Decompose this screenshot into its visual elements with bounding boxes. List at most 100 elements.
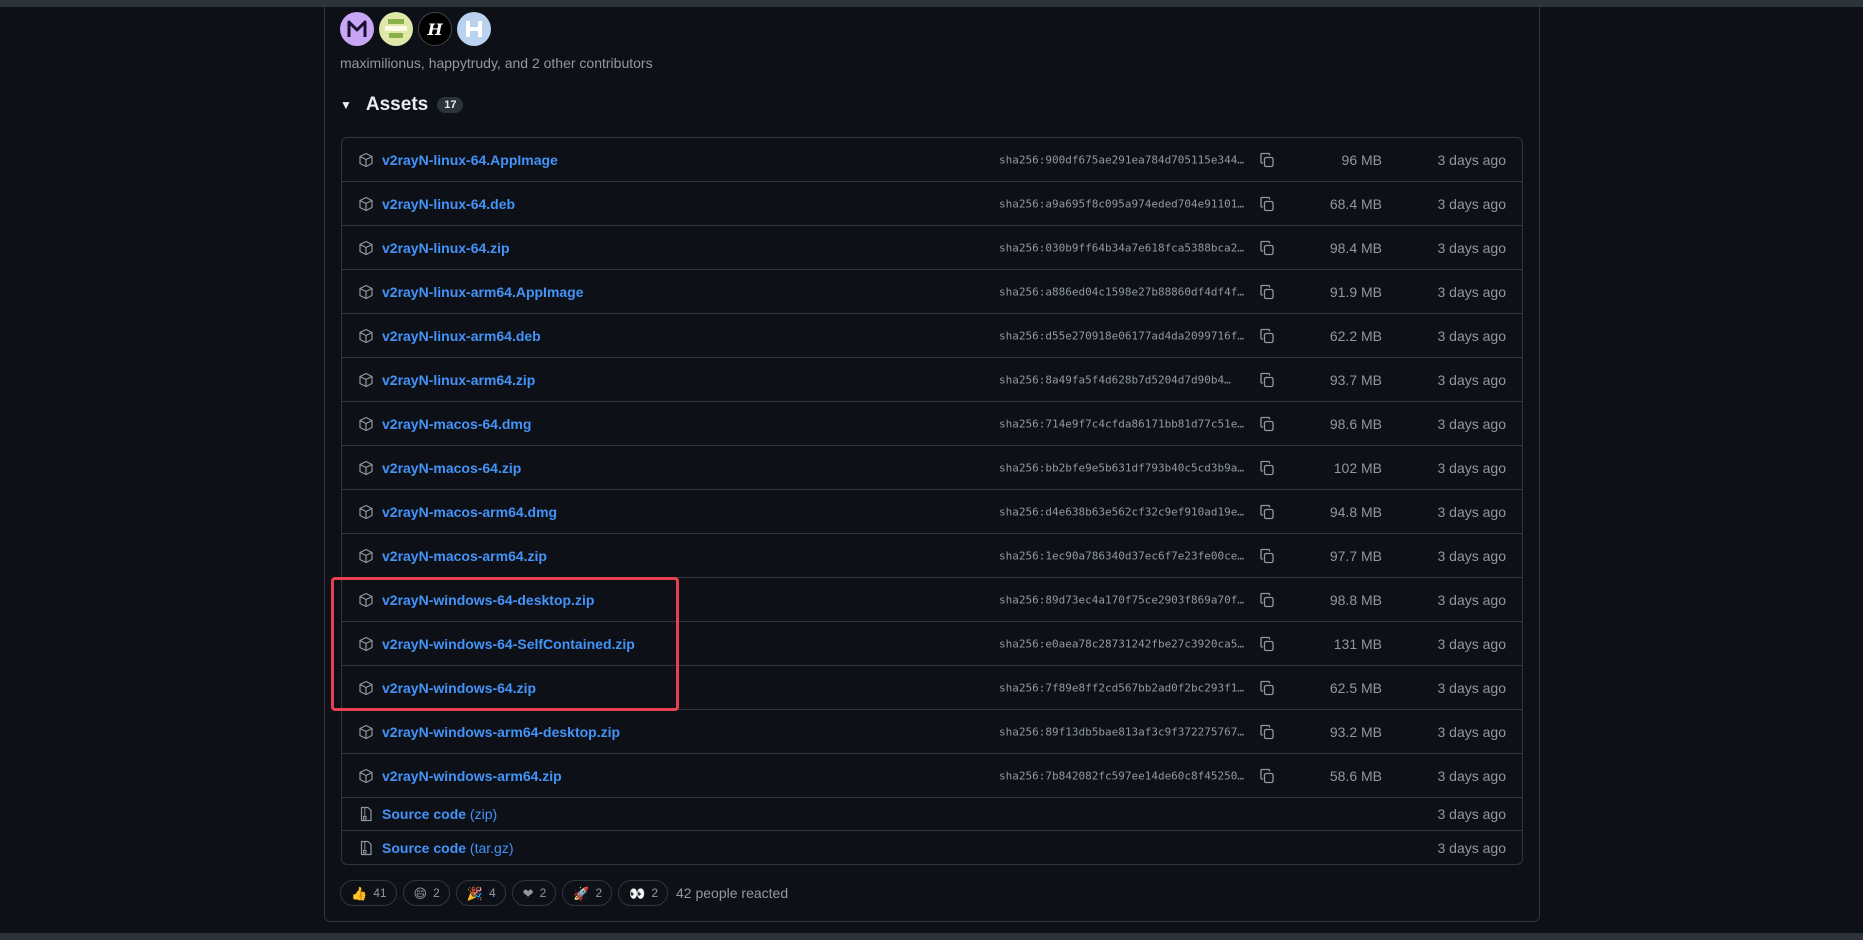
source-time: 3 days ago — [1437, 839, 1507, 856]
package-icon — [358, 460, 374, 476]
copy-icon[interactable] — [1259, 768, 1275, 784]
asset-sha256: sha256:1ec90a786340d37ec6f7e23fe00ce… — [999, 549, 1245, 562]
asset-time: 3 days ago — [1437, 503, 1507, 520]
copy-icon[interactable] — [1259, 284, 1275, 300]
copy-icon[interactable] — [1259, 680, 1275, 696]
asset-link[interactable]: v2rayN-macos-arm64.zip — [382, 548, 547, 564]
triangle-down-icon: ▼ — [340, 98, 352, 112]
copy-icon[interactable] — [1259, 592, 1275, 608]
asset-link[interactable]: v2rayN-windows-arm64-desktop.zip — [382, 724, 620, 740]
package-icon — [358, 504, 374, 520]
asset-link[interactable]: v2rayN-linux-64.AppImage — [382, 152, 558, 168]
asset-row: v2rayN-linux-arm64.AppImage sha256:a886ed… — [342, 270, 1522, 314]
reaction-rocket-button[interactable]: 🚀 2 — [562, 880, 613, 906]
reactions-bar: 👍 41 😄 2 🎉 4 ❤ 2 🚀 2 👀 2 42 people reacted — [340, 880, 788, 906]
package-icon — [358, 240, 374, 256]
asset-size: 94.8 MB — [1329, 503, 1382, 520]
reaction-count: 4 — [488, 886, 496, 900]
asset-link[interactable]: v2rayN-windows-arm64.zip — [382, 768, 562, 784]
reaction-heart-button[interactable]: ❤ 2 — [511, 880, 557, 906]
asset-row: v2rayN-linux-arm64.zip sha256:8a49fa5f4d6… — [342, 358, 1522, 402]
asset-size: 102 MB — [1333, 459, 1382, 476]
asset-size: 98.8 MB — [1329, 591, 1382, 608]
reaction-count: 2 — [539, 886, 547, 900]
avatar[interactable]: H — [418, 12, 452, 46]
copy-icon[interactable] — [1259, 416, 1275, 432]
asset-sha256: sha256:a886ed04c1598e27b88860df4df4f… — [999, 285, 1245, 298]
asset-row: v2rayN-windows-arm64.zip sha256:7b842082f… — [342, 754, 1522, 798]
asset-row: v2rayN-macos-arm64.zip sha256:1ec90a78634… — [342, 534, 1522, 578]
asset-link[interactable]: v2rayN-linux-arm64.deb — [382, 328, 541, 344]
package-icon — [358, 636, 374, 652]
copy-icon[interactable] — [1259, 240, 1275, 256]
source-time: 3 days ago — [1437, 806, 1507, 822]
asset-link[interactable]: v2rayN-macos-64.zip — [382, 460, 521, 476]
asset-link[interactable]: v2rayN-windows-64.zip — [382, 680, 536, 696]
asset-row: v2rayN-windows-64-SelfContained.zip sha25… — [342, 622, 1522, 666]
asset-time: 3 days ago — [1437, 679, 1507, 696]
asset-sha256: sha256:900df675ae291ea784d705115e344… — [999, 153, 1245, 166]
asset-link[interactable]: v2rayN-linux-64.zip — [382, 240, 510, 256]
package-icon — [358, 416, 374, 432]
asset-row: v2rayN-windows-64-desktop.zip sha256:89d7… — [342, 578, 1522, 622]
asset-row: v2rayN-linux-64.zip sha256:030b9ff64b34a7… — [342, 226, 1522, 270]
avatar[interactable] — [379, 12, 413, 46]
asset-link[interactable]: v2rayN-macos-arm64.dmg — [382, 504, 557, 520]
reaction-hooray-button[interactable]: 🎉 4 — [455, 880, 506, 906]
asset-link[interactable]: v2rayN-linux-arm64.AppImage — [382, 284, 584, 300]
asset-link[interactable]: v2rayN-windows-64-SelfContained.zip — [382, 636, 635, 652]
reaction-thumbs-up-button[interactable]: 👍 41 — [340, 880, 397, 906]
avatar[interactable] — [457, 12, 491, 46]
copy-icon[interactable] — [1259, 372, 1275, 388]
file-zip-icon — [358, 840, 374, 856]
asset-link[interactable]: v2rayN-macos-64.dmg — [382, 416, 531, 432]
reaction-laugh-button[interactable]: 😄 2 — [402, 880, 450, 906]
copy-icon[interactable] — [1259, 636, 1275, 652]
asset-size: 62.5 MB — [1329, 679, 1382, 696]
source-row: Source code (zip) 3 days ago — [342, 798, 1522, 831]
asset-row: v2rayN-linux-64.AppImage sha256:900df675a… — [342, 138, 1522, 182]
copy-icon[interactable] — [1259, 460, 1275, 476]
asset-size: 98.4 MB — [1329, 239, 1382, 256]
reaction-eyes-button[interactable]: 👀 2 — [618, 880, 669, 906]
asset-size: 97.7 MB — [1329, 547, 1382, 564]
asset-time: 3 days ago — [1437, 415, 1507, 432]
reaction-count: 41 — [373, 886, 387, 900]
asset-size: 131 MB — [1333, 635, 1382, 652]
assets-title: Assets — [365, 94, 429, 115]
asset-size: 93.7 MB — [1329, 371, 1382, 388]
copy-icon[interactable] — [1259, 152, 1275, 168]
reaction-count: 2 — [595, 886, 603, 900]
assets-toggle[interactable]: ▼ Assets 17 — [340, 94, 464, 116]
copy-icon[interactable] — [1259, 328, 1275, 344]
copy-icon[interactable] — [1259, 548, 1275, 564]
asset-time: 3 days ago — [1437, 635, 1507, 652]
asset-size: 58.6 MB — [1329, 767, 1382, 784]
file-zip-icon — [358, 806, 374, 822]
reaction-count: 2 — [433, 886, 440, 900]
package-icon — [358, 548, 374, 564]
asset-sha256: sha256:030b9ff64b34a7e618fca5388bca2… — [999, 241, 1245, 254]
asset-sha256: sha256:89d73ec4a170f75ce2903f869a70f… — [999, 593, 1245, 606]
source-link[interactable]: Source code (zip) — [382, 806, 497, 822]
package-icon — [358, 284, 374, 300]
package-icon — [358, 372, 374, 388]
asset-link[interactable]: v2rayN-linux-arm64.zip — [382, 372, 535, 388]
asset-link[interactable]: v2rayN-linux-64.deb — [382, 196, 515, 212]
asset-size: 68.4 MB — [1329, 195, 1382, 212]
asset-time: 3 days ago — [1437, 195, 1507, 212]
copy-icon[interactable] — [1259, 724, 1275, 740]
asset-sha256: sha256:d55e270918e06177ad4da2099716f… — [999, 329, 1245, 342]
asset-sha256: sha256:bb2bfe9e5b631df793b40c5cd3b9a… — [999, 461, 1245, 474]
asset-time: 3 days ago — [1437, 591, 1507, 608]
avatar-m-icon — [347, 20, 367, 37]
asset-link[interactable]: v2rayN-windows-64-desktop.zip — [382, 592, 594, 608]
package-icon — [358, 592, 374, 608]
avatar[interactable] — [340, 12, 374, 46]
source-link[interactable]: Source code (tar.gz) — [382, 840, 514, 856]
copy-icon[interactable] — [1259, 196, 1275, 212]
contributors-text[interactable]: maximilionus, happytrudy, and 2 other co… — [340, 55, 653, 71]
copy-icon[interactable] — [1259, 504, 1275, 520]
package-icon — [358, 328, 374, 344]
asset-row: v2rayN-linux-64.deb sha256:a9a695f8c095a9… — [342, 182, 1522, 226]
